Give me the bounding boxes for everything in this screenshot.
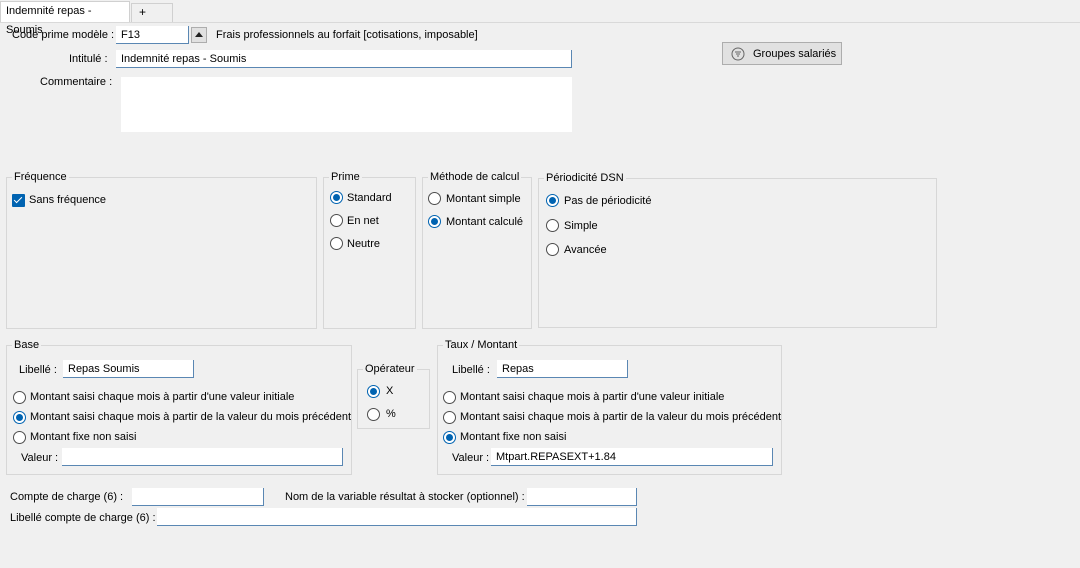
frequence-legend: Fréquence xyxy=(12,171,69,184)
base-fixe-non-saisi-label: Montant fixe non saisi xyxy=(30,431,137,443)
base-libelle-label: Libellé : xyxy=(19,364,57,376)
code-prime-spin-button[interactable] xyxy=(191,27,207,43)
code-prime-description: Frais professionnels au forfait [cotisat… xyxy=(216,29,478,41)
pas-periodicite-label: Pas de périodicité xyxy=(564,195,652,207)
taux-fixe-non-saisi-label: Montant fixe non saisi xyxy=(460,431,567,443)
base-valeur-initiale-label: Montant saisi chaque mois à partir d'une… xyxy=(30,391,295,403)
base-valeur-input[interactable] xyxy=(62,448,343,466)
montant-simple-radio[interactable] xyxy=(428,192,441,205)
prime-group: Prime Standard En net Neutre xyxy=(323,171,416,329)
taux-libelle-label: Libellé : xyxy=(452,364,490,376)
methode-group: Méthode de calcul Montant simple Montant… xyxy=(422,171,532,329)
operateur-percent-label: % xyxy=(386,408,396,420)
taux-montant-legend: Taux / Montant xyxy=(443,339,520,352)
groupes-salaries-label: Groupes salariés xyxy=(753,48,837,60)
taux-mois-precedent-label: Montant saisi chaque mois à partir de la… xyxy=(460,411,782,423)
variable-resultat-label: Nom de la variable résultat à stocker (o… xyxy=(285,491,525,503)
code-prime-label: Code prime modèle : xyxy=(12,29,115,41)
prime-neutre-radio[interactable] xyxy=(330,237,343,250)
operateur-percent-radio[interactable] xyxy=(367,408,380,421)
montant-simple-label: Montant simple xyxy=(446,193,521,205)
base-libelle-input[interactable] xyxy=(63,360,194,378)
taux-valeur-input[interactable] xyxy=(491,448,773,466)
compte-charge-input[interactable] xyxy=(132,488,264,506)
base-mois-precedent-label: Montant saisi chaque mois à partir de la… xyxy=(30,411,352,423)
operateur-group: Opérateur X % xyxy=(357,363,430,429)
base-group: Base Libellé : Montant saisi chaque mois… xyxy=(6,339,352,475)
taux-montant-group: Taux / Montant Libellé : Montant saisi c… xyxy=(437,339,782,475)
base-valeur-label: Valeur : xyxy=(21,452,59,464)
sans-frequence-label: Sans fréquence xyxy=(29,194,107,206)
commentaire-label: Commentaire : xyxy=(40,76,113,88)
periodicite-simple-label: Simple xyxy=(564,220,598,232)
base-valeur-initiale-radio[interactable] xyxy=(13,391,26,404)
montant-calcule-radio[interactable] xyxy=(428,215,441,228)
add-tab-button[interactable]: + xyxy=(131,3,173,22)
prime-en-net-radio[interactable] xyxy=(330,214,343,227)
compte-charge-label: Compte de charge (6) : xyxy=(10,491,124,503)
variable-resultat-input[interactable] xyxy=(527,488,637,506)
prime-legend: Prime xyxy=(329,171,362,184)
periodicite-legend: Périodicité DSN xyxy=(544,172,626,185)
periodicite-simple-radio[interactable] xyxy=(546,219,559,232)
intitule-label: Intitulé : xyxy=(69,53,108,65)
taux-valeur-initiale-label: Montant saisi chaque mois à partir d'une… xyxy=(460,391,725,403)
commentaire-textarea[interactable] xyxy=(121,77,572,132)
prime-standard-label: Standard xyxy=(347,192,392,204)
prime-standard-radio[interactable] xyxy=(330,191,343,204)
taux-mois-precedent-radio[interactable] xyxy=(443,411,456,424)
groupes-salaries-button[interactable]: Groupes salariés xyxy=(722,42,842,65)
taux-valeur-initiale-radio[interactable] xyxy=(443,391,456,404)
periodicite-avancee-label: Avancée xyxy=(564,244,607,256)
frequence-group: Fréquence Sans fréquence xyxy=(6,171,317,329)
prime-neutre-label: Neutre xyxy=(347,238,381,250)
base-legend: Base xyxy=(12,339,42,352)
groups-filter-icon xyxy=(731,47,745,61)
intitule-input[interactable] xyxy=(116,50,572,68)
operateur-legend: Opérateur xyxy=(363,363,417,376)
taux-fixe-non-saisi-radio[interactable] xyxy=(443,431,456,444)
montant-calcule-label: Montant calculé xyxy=(446,216,524,228)
libelle-compte-charge-label: Libellé compte de charge (6) : xyxy=(10,512,156,524)
methode-legend: Méthode de calcul xyxy=(428,171,522,184)
libelle-compte-charge-input[interactable] xyxy=(157,508,637,526)
taux-valeur-label: Valeur : xyxy=(452,452,490,464)
periodicite-avancee-radio[interactable] xyxy=(546,243,559,256)
tab-strip: Indemnité repas - Soumis + xyxy=(0,0,1080,36)
code-prime-input[interactable] xyxy=(116,26,189,44)
sans-frequence-checkbox[interactable] xyxy=(12,194,25,207)
prime-en-net-label: En net xyxy=(347,215,379,227)
taux-libelle-input[interactable] xyxy=(497,360,628,378)
pas-periodicite-radio[interactable] xyxy=(546,194,559,207)
base-mois-precedent-radio[interactable] xyxy=(13,411,26,424)
tab-indemnite-repas[interactable]: Indemnité repas - Soumis xyxy=(0,1,130,36)
operateur-x-label: X xyxy=(386,385,394,397)
operateur-x-radio[interactable] xyxy=(367,385,380,398)
base-fixe-non-saisi-radio[interactable] xyxy=(13,431,26,444)
periodicite-group: Périodicité DSN Pas de périodicité Simpl… xyxy=(538,172,937,328)
